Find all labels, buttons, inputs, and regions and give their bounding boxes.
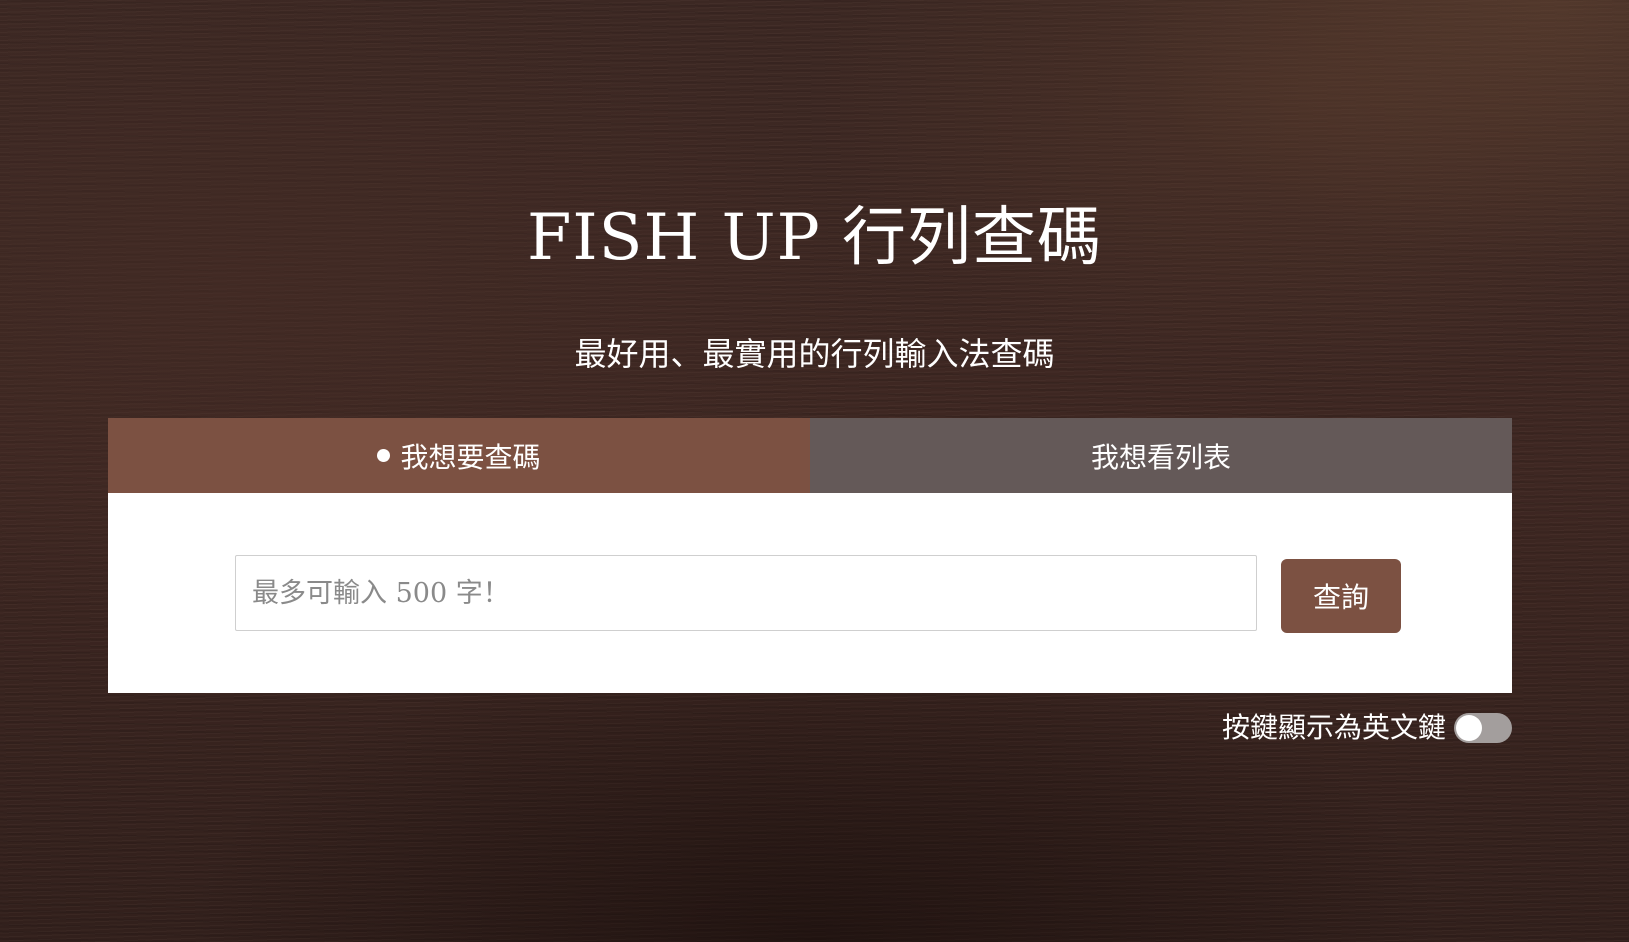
panel-body: 查詢 — [108, 493, 1512, 693]
english-key-toggle-row: 按鍵顯示為英文鍵 — [1222, 708, 1512, 748]
toggle-knob — [1456, 715, 1482, 741]
active-dot-icon — [377, 449, 391, 462]
tab-lookup-label: 我想要查碼 — [400, 440, 541, 474]
tab-lookup[interactable]: 我想要查碼 — [108, 418, 810, 493]
query-input[interactable] — [235, 555, 1257, 631]
page-subtitle: 最好用、最實用的行列輸入法查碼 — [574, 335, 1055, 373]
page-title: FISH UP 行列查碼 — [526, 201, 1103, 275]
tab-list[interactable]: 我想看列表 — [810, 418, 1512, 493]
english-key-toggle[interactable] — [1454, 713, 1512, 743]
toggle-label: 按鍵顯示為英文鍵 — [1221, 711, 1446, 744]
query-panel: 我想要查碼 我想看列表 查詢 — [108, 418, 1512, 693]
query-button[interactable]: 查詢 — [1281, 559, 1401, 633]
tab-bar: 我想要查碼 我想看列表 — [108, 418, 1512, 493]
tab-list-label: 我想看列表 — [1090, 440, 1231, 474]
